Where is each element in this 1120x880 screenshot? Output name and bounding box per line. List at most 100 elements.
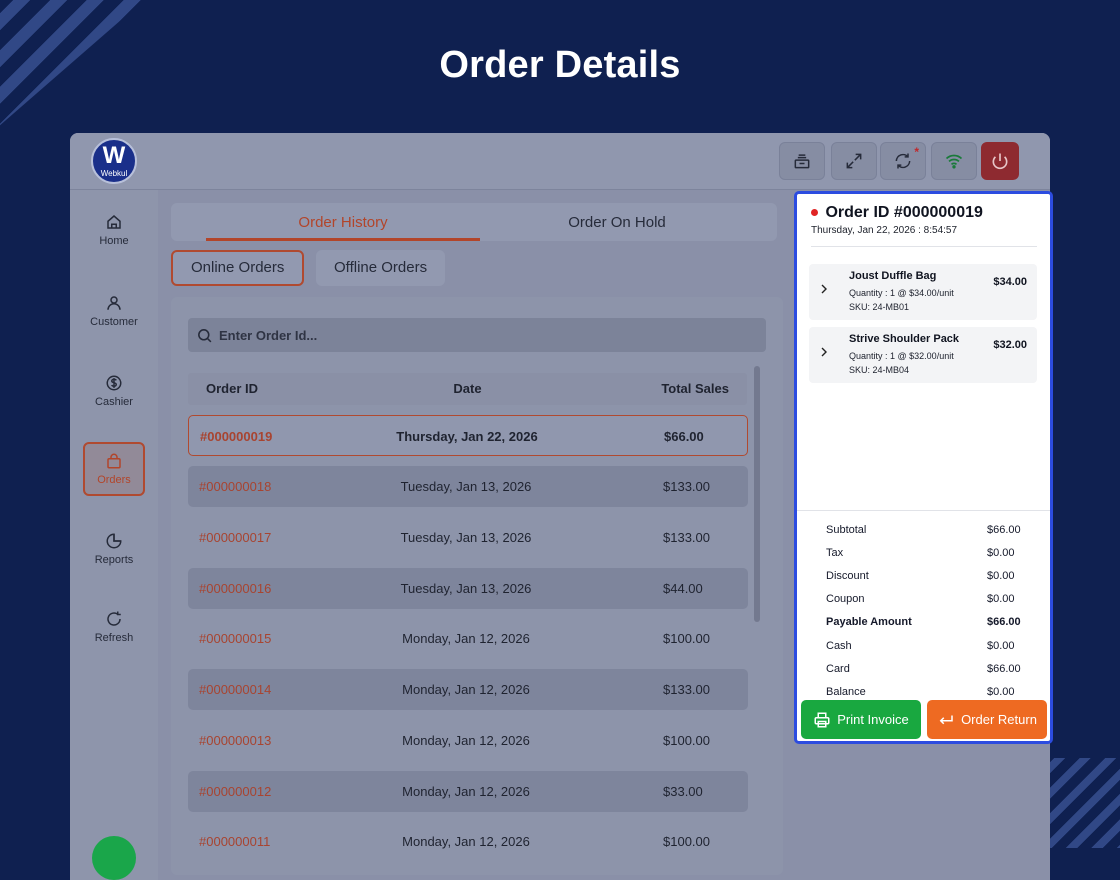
home-icon bbox=[107, 215, 121, 229]
totals-row-payable: Payable Amount $66.00 bbox=[826, 616, 1021, 628]
order-total: $100.00 bbox=[663, 733, 710, 748]
order-date: Tuesday, Jan 13, 2026 bbox=[400, 581, 532, 596]
search-box bbox=[188, 318, 766, 352]
order-total: $33.00 bbox=[663, 784, 703, 799]
expand-icon bbox=[846, 153, 862, 169]
table-row[interactable]: #000000018 Tuesday, Jan 13, 2026 $133.00 bbox=[188, 466, 748, 507]
totals-row-balance: Balance $0.00 bbox=[826, 686, 1015, 698]
table-row[interactable]: #000000013 Monday, Jan 12, 2026 $100.00 bbox=[188, 720, 748, 761]
fullscreen-button[interactable] bbox=[831, 142, 877, 180]
sidebar-item-label: Orders bbox=[97, 474, 131, 486]
table-row[interactable]: #000000019 Thursday, Jan 22, 2026 $66.00 bbox=[188, 415, 748, 456]
webkul-logo: W Webkul bbox=[91, 138, 137, 184]
item-name: Joust Duffle Bag bbox=[849, 270, 937, 282]
order-id-search-input[interactable] bbox=[219, 327, 739, 343]
item-name: Strive Shoulder Pack bbox=[849, 333, 960, 345]
order-total: $100.00 bbox=[663, 631, 710, 646]
print-invoice-button[interactable]: Print Invoice bbox=[801, 700, 921, 739]
order-details-title: Order ID #000000019 bbox=[825, 204, 983, 221]
user-icon bbox=[107, 296, 121, 310]
order-details-panel: Order ID #000000019 Thursday, Jan 22, 20… bbox=[794, 191, 1053, 744]
table-row[interactable]: #000000012 Monday, Jan 12, 2026 $33.00 bbox=[188, 771, 748, 812]
totals-row-card: Card $66.00 bbox=[826, 663, 1021, 675]
sidebar-item-orders[interactable]: Orders bbox=[83, 442, 145, 496]
item-sku: SKU: 24-MB04 bbox=[849, 365, 910, 375]
order-date: Thursday, Jan 22, 2026 bbox=[396, 429, 538, 444]
power-icon bbox=[992, 153, 1008, 170]
order-datetime: Thursday, Jan 22, 2026 : 8:54:57 bbox=[811, 225, 958, 236]
search-icon bbox=[198, 328, 212, 342]
tab-order-on-hold[interactable]: Order On Hold bbox=[480, 203, 754, 241]
printer-icon bbox=[814, 712, 830, 727]
order-date: Monday, Jan 12, 2026 bbox=[402, 631, 530, 646]
totals-row-discount: Discount $0.00 bbox=[826, 570, 1015, 582]
order-return-label: Order Return bbox=[961, 712, 1037, 727]
page-title: Order Details bbox=[439, 44, 681, 86]
divider bbox=[811, 246, 1037, 247]
table-row[interactable]: #000000017 Tuesday, Jan 13, 2026 $133.00 bbox=[188, 517, 748, 558]
tab-order-history[interactable]: Order History bbox=[206, 203, 480, 241]
order-date: Tuesday, Jan 13, 2026 bbox=[400, 530, 532, 545]
order-total: $66.00 bbox=[664, 429, 704, 444]
wifi-icon bbox=[945, 154, 963, 169]
order-total: $133.00 bbox=[663, 682, 710, 697]
sidebar-item-label: Reports bbox=[94, 554, 134, 566]
cash-drawer-button[interactable] bbox=[779, 142, 825, 180]
sidebar-item-label: Cashier bbox=[95, 396, 133, 408]
table-row[interactable]: #000000015 Monday, Jan 12, 2026 $100.00 bbox=[188, 618, 748, 659]
sidebar-item-cashier[interactable]: Cashier bbox=[83, 364, 145, 418]
sidebar-item-customer[interactable]: Customer bbox=[83, 284, 145, 338]
sidebar-item-label: Home bbox=[99, 235, 129, 247]
table-row[interactable]: #000000016 Tuesday, Jan 13, 2026 $44.00 bbox=[188, 568, 748, 609]
status-dot bbox=[811, 209, 818, 217]
refresh-icon bbox=[107, 611, 121, 626]
sync-icon bbox=[895, 153, 911, 169]
sync-button[interactable]: * bbox=[880, 142, 926, 180]
online-orders-button[interactable]: Online Orders bbox=[171, 250, 305, 286]
power-button[interactable] bbox=[981, 142, 1019, 180]
table-scrollbar[interactable] bbox=[754, 366, 760, 622]
bag-icon bbox=[107, 453, 121, 469]
table-row[interactable]: #000000014 Monday, Jan 12, 2026 $133.00 bbox=[188, 669, 748, 710]
chevron-right-icon bbox=[821, 284, 827, 294]
return-arrow-icon bbox=[939, 715, 953, 724]
sidebar-item-reports[interactable]: Reports bbox=[83, 522, 145, 576]
order-date: Tuesday, Jan 13, 2026 bbox=[400, 479, 532, 494]
item-quantity: Quantity : 1 @ $32.00/unit bbox=[849, 351, 954, 361]
sidebar-item-home[interactable]: Home bbox=[83, 203, 145, 257]
chevron-right-icon bbox=[821, 347, 827, 357]
sidebar-item-label: Customer bbox=[90, 316, 138, 328]
decorative-stripes-bottom bbox=[1040, 758, 1120, 848]
sidebar-item-label: Refresh bbox=[94, 632, 134, 644]
sidebar-item-refresh[interactable]: Refresh bbox=[83, 600, 145, 654]
order-total: $133.00 bbox=[663, 479, 710, 494]
order-total: $133.00 bbox=[663, 530, 710, 545]
order-total: $100.00 bbox=[663, 834, 710, 849]
dollar-icon bbox=[106, 375, 122, 391]
sync-badge: * bbox=[914, 145, 919, 159]
order-date: Monday, Jan 12, 2026 bbox=[402, 682, 530, 697]
order-date: Monday, Jan 12, 2026 bbox=[402, 784, 530, 799]
order-item[interactable]: Joust Duffle Bag Quantity : 1 @ $34.00/u… bbox=[809, 264, 1037, 320]
wifi-button[interactable] bbox=[931, 142, 977, 180]
totals-row-cash: Cash $0.00 bbox=[826, 640, 1015, 652]
order-details-header: Order ID #000000019 bbox=[811, 204, 983, 222]
order-total: $44.00 bbox=[663, 581, 703, 596]
item-price: $32.00 bbox=[993, 339, 1027, 351]
order-return-button[interactable]: Order Return bbox=[927, 700, 1047, 739]
status-indicator[interactable] bbox=[92, 836, 136, 880]
pie-chart-icon bbox=[106, 533, 122, 549]
print-invoice-label: Print Invoice bbox=[837, 712, 909, 727]
totals-row-subtotal: Subtotal $66.00 bbox=[826, 524, 1021, 536]
item-sku: SKU: 24-MB01 bbox=[849, 302, 910, 312]
item-price: $34.00 bbox=[993, 276, 1027, 288]
offline-orders-button[interactable]: Offline Orders bbox=[316, 250, 446, 286]
order-date: Monday, Jan 12, 2026 bbox=[402, 834, 530, 849]
order-totals: Subtotal $66.00 Tax $0.00 Discount $0.00 Co… bbox=[797, 510, 1050, 698]
totals-row-coupon: Coupon $0.00 bbox=[826, 593, 1015, 605]
cash-drawer-icon bbox=[794, 154, 810, 169]
top-bar: W Webkul * bbox=[70, 133, 1050, 190]
order-date: Monday, Jan 12, 2026 bbox=[402, 733, 530, 748]
table-row[interactable]: #000000011 Monday, Jan 12, 2026 $100.00 bbox=[188, 821, 748, 862]
order-item[interactable]: Strive Shoulder Pack Quantity : 1 @ $32.… bbox=[809, 327, 1037, 383]
